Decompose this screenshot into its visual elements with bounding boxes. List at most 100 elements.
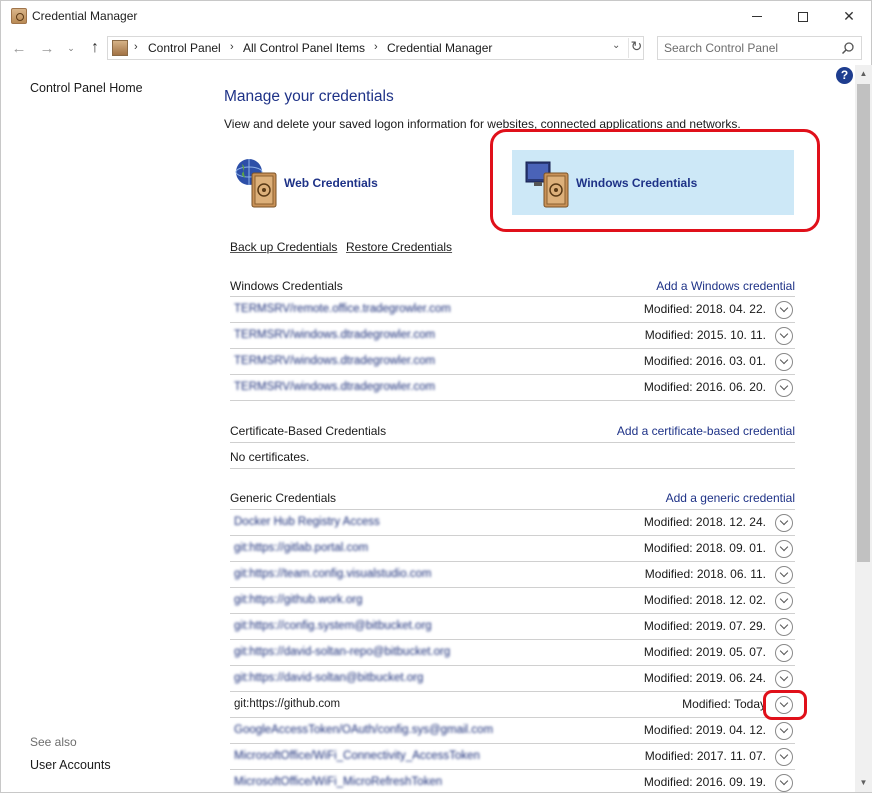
back-button[interactable]: ← <box>9 38 29 58</box>
credential-name: MicrosoftOffice/WiFi_Connectivity_Access… <box>234 750 480 762</box>
credential-modified: Modified: 2019. 05. 07. <box>643 645 766 659</box>
credential-modified: Modified: 2018. 12. 24. <box>643 515 766 529</box>
credential-row[interactable]: MicrosoftOffice/WiFi_MicroRefreshToken Mo… <box>230 770 795 793</box>
credential-row[interactable]: TERMSRV/windows.dtradegrowler.com Modifie… <box>230 323 795 349</box>
credential-row[interactable]: MicrosoftOffice/WiFi_Connectivity_Access… <box>230 744 795 770</box>
credential-name: git:https://david-soltan@bitbucket.org <box>234 672 424 684</box>
title-bar: Credential Manager ✕ <box>0 0 872 31</box>
expand-chevron-icon[interactable] <box>775 379 793 397</box>
address-dropdown-icon[interactable]: ⌄ <box>612 40 620 51</box>
credential-row[interactable]: git:https://david-soltan-repo@bitbucket.… <box>230 640 795 666</box>
expand-chevron-icon[interactable] <box>775 618 793 636</box>
credential-row[interactable]: TERMSRV/windows.dtradegrowler.com Modifie… <box>230 375 795 401</box>
expand-chevron-icon[interactable] <box>775 514 793 532</box>
close-button[interactable]: ✕ <box>826 1 872 32</box>
minimize-button[interactable] <box>734 1 780 32</box>
back-arrow-icon: ← <box>11 39 27 57</box>
credential-row[interactable]: GoogleAccessToken/OAuth/config.sys@gmail… <box>230 718 795 744</box>
forward-button[interactable]: → <box>37 38 57 58</box>
windows-credentials-header: Windows Credentials <box>230 279 343 293</box>
credential-row[interactable]: git:https://team.config.visualstudio.com… <box>230 562 795 588</box>
credential-modified: Modified: Today <box>682 697 766 711</box>
restore-credentials-link[interactable]: Restore Credentials <box>346 240 452 254</box>
vertical-scrollbar[interactable]: ▲ ▼ <box>855 65 872 792</box>
see-also-label: See also <box>30 735 77 749</box>
scroll-thumb[interactable] <box>857 84 870 562</box>
up-arrow-icon: ↑ <box>91 39 99 56</box>
credential-row[interactable]: TERMSRV/remote.office.tradegrowler.com Mo… <box>230 297 795 323</box>
credential-row[interactable]: git:https://github.work.org Modified: 201… <box>230 588 795 614</box>
add-generic-credential-link[interactable]: Add a generic credential <box>666 491 795 505</box>
github-expand-highlight <box>763 690 807 720</box>
recent-locations-button[interactable]: ⌄ <box>61 38 81 58</box>
search-input[interactable] <box>664 40 834 56</box>
credential-name: MicrosoftOffice/WiFi_MicroRefreshToken <box>234 776 443 788</box>
credential-name: git:https://gitlab.portal.com <box>234 542 369 554</box>
credential-row[interactable]: TERMSRV/windows.dtradegrowler.com Modifie… <box>230 349 795 375</box>
navigation-bar: ← → ⌄ ↑ › Control Panel › All Control Pa… <box>0 31 872 65</box>
credential-modified: Modified: 2019. 04. 12. <box>643 723 766 737</box>
breadcrumb-all-items[interactable]: All Control Panel Items <box>243 41 365 55</box>
breadcrumb-separator: › <box>230 41 234 53</box>
web-credentials-tile[interactable]: Web Credentials <box>232 150 482 215</box>
credential-modified: Modified: 2017. 11. 07. <box>644 749 766 763</box>
add-windows-credential-link[interactable]: Add a Windows credential <box>656 279 795 293</box>
breadcrumb-credential-manager[interactable]: Credential Manager <box>387 41 492 55</box>
close-icon: ✕ <box>843 8 855 24</box>
expand-chevron-icon[interactable] <box>775 670 793 688</box>
web-credentials-label: Web Credentials <box>284 175 378 190</box>
expand-chevron-icon[interactable] <box>775 592 793 610</box>
credential-name: TERMSRV/windows.dtradegrowler.com <box>234 381 436 393</box>
scroll-down-icon[interactable]: ▼ <box>855 776 872 790</box>
credential-name: git:https://david-soltan-repo@bitbucket.… <box>234 646 451 658</box>
control-panel-home-link[interactable]: Control Panel Home <box>30 81 143 95</box>
credential-row[interactable]: git:https://config.system@bitbucket.org M… <box>230 614 795 640</box>
expand-chevron-icon[interactable] <box>775 748 793 766</box>
credential-modified: Modified: 2018. 09. 01. <box>643 541 766 555</box>
expand-chevron-icon[interactable] <box>775 540 793 558</box>
credential-row[interactable]: git:https://gitlab.portal.com Modified: 2… <box>230 536 795 562</box>
up-button[interactable]: ↑ <box>85 38 105 58</box>
breadcrumb-separator: › <box>134 41 138 53</box>
page-title: Manage your credentials <box>224 88 394 105</box>
minimize-icon <box>752 16 762 17</box>
no-certificates-text: No certificates. <box>230 450 310 464</box>
expand-chevron-icon[interactable] <box>775 774 793 792</box>
breadcrumb-control-panel[interactable]: Control Panel <box>148 41 221 55</box>
credential-row[interactable]: git:https://david-soltan@bitbucket.org Mo… <box>230 666 795 692</box>
generic-credentials-header: Generic Credentials <box>230 491 337 505</box>
section-divider <box>230 442 795 443</box>
credential-name: git:https://github.com <box>234 698 341 710</box>
credential-name: TERMSRV/remote.office.tradegrowler.com <box>234 303 451 315</box>
address-bar[interactable]: › Control Panel › All Control Panel Item… <box>107 36 644 60</box>
search-icon[interactable] <box>841 41 855 55</box>
credential-modified: Modified: 2019. 07. 29. <box>643 619 766 633</box>
credential-name: Docker Hub Registry Access <box>234 516 380 528</box>
refresh-icon[interactable]: ↻ <box>628 38 644 58</box>
section-divider <box>230 468 795 469</box>
add-certificate-credential-link[interactable]: Add a certificate-based credential <box>617 424 795 438</box>
help-icon[interactable]: ? <box>836 67 853 84</box>
web-credentials-icon <box>235 158 277 207</box>
expand-chevron-icon[interactable] <box>775 644 793 662</box>
credential-row[interactable]: Docker Hub Registry Access Modified: 2018… <box>230 510 795 536</box>
credential-name: TERMSRV/windows.dtradegrowler.com <box>234 355 436 367</box>
expand-chevron-icon[interactable] <box>775 353 793 371</box>
expand-chevron-icon[interactable] <box>775 566 793 584</box>
expand-chevron-icon[interactable] <box>775 301 793 319</box>
credential-manager-app-icon <box>11 8 27 24</box>
expand-chevron-icon[interactable] <box>775 722 793 740</box>
user-accounts-link[interactable]: User Accounts <box>30 758 111 772</box>
backup-credentials-link[interactable]: Back up Credentials <box>230 240 337 254</box>
credential-modified: Modified: 2015. 10. 11. <box>644 328 766 342</box>
credential-modified: Modified: 2018. 12. 02. <box>643 593 766 607</box>
credential-name: git:https://config.system@bitbucket.org <box>234 620 432 632</box>
maximize-button[interactable] <box>780 1 826 32</box>
scroll-up-icon[interactable]: ▲ <box>855 67 872 81</box>
chevron-down-icon: ⌄ <box>67 42 75 53</box>
credential-row[interactable]: git:https://github.com Modified: Today <box>230 692 795 718</box>
expand-chevron-icon[interactable] <box>775 327 793 345</box>
search-box[interactable] <box>657 36 862 60</box>
window-title: Credential Manager <box>32 9 138 23</box>
windows-credentials-highlight <box>490 129 820 232</box>
